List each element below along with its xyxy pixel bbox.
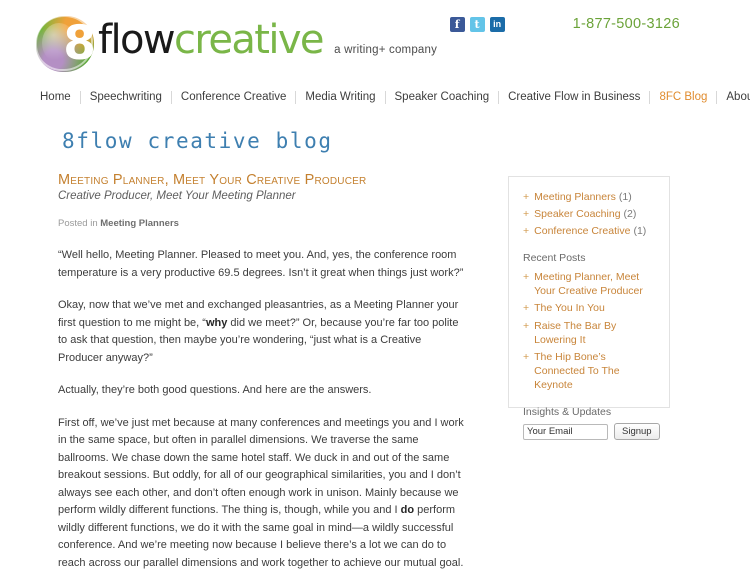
main-navigation: Home Speechwriting Conference Creative M…	[36, 90, 750, 104]
list-item[interactable]: + Conference Creative (1)	[523, 224, 655, 239]
nav-item-media-writing[interactable]: Media Writing	[296, 90, 384, 104]
category-count: (1)	[633, 225, 647, 237]
facebook-icon[interactable]: f	[449, 16, 465, 32]
page-title: 8flow creative blog	[62, 129, 333, 153]
twitter-icon[interactable]: t	[469, 16, 485, 32]
category-count: (2)	[623, 208, 637, 220]
nav-item-creative-flow-in-business[interactable]: Creative Flow in Business	[499, 90, 649, 104]
list-item[interactable]: + The Hip Bone’s Connected To The Keynot…	[523, 350, 655, 392]
recent-post-link[interactable]: The You In You	[534, 301, 605, 315]
logo-word-flow: flow	[98, 17, 176, 63]
nav-item-home[interactable]: Home	[36, 90, 80, 104]
logo-eight-glyph: 8	[63, 16, 96, 71]
logo-word-creative: creative	[173, 17, 325, 63]
plus-icon: +	[523, 320, 530, 332]
paragraph-text: “Well hello, Meeting Planner. Pleased to…	[58, 249, 464, 279]
signup-heading: Insights & Updates	[523, 406, 612, 418]
paragraph-bold: do	[400, 504, 415, 516]
recent-posts-heading: Recent Posts	[523, 252, 586, 264]
nav-item-conference-creative[interactable]: Conference Creative	[172, 90, 295, 104]
signup-form: Signup	[523, 423, 660, 440]
post-meta-prefix: Posted in	[58, 218, 98, 229]
phone-number[interactable]: 1-877-500-3126	[573, 16, 750, 32]
site-logo[interactable]: 8 flowcreative a writing+ company	[34, 14, 437, 76]
list-item[interactable]: + Meeting Planners (1)	[523, 190, 655, 205]
plus-icon: +	[523, 271, 530, 283]
category-list: + Meeting Planners (1) + Speaker Coaching…	[523, 190, 655, 239]
post-title[interactable]: Meeting Planner, Meet Your Creative Prod…	[58, 172, 466, 188]
site-header: 8 flowcreative a writing+ company f t in…	[0, 0, 750, 86]
sidebar: + Meeting Planners (1) + Speaker Coaching…	[508, 176, 670, 440]
list-item[interactable]: + Meeting Planner, Meet Your Creative Pr…	[523, 270, 655, 298]
plus-icon: +	[523, 191, 530, 203]
post-paragraph: First off, we’ve just met because at man…	[58, 415, 466, 573]
signup-button[interactable]: Signup	[614, 423, 660, 440]
paragraph-text: First off, we’ve just met because at man…	[58, 416, 464, 517]
post-meta-category[interactable]: Meeting Planners	[100, 218, 179, 229]
post-subtitle: Creative Producer, Meet Your Meeting Pla…	[58, 190, 296, 202]
plus-icon: +	[523, 351, 530, 363]
email-field[interactable]	[523, 423, 608, 440]
post-paragraph: Actually, they’re both good questions. A…	[58, 382, 466, 400]
paragraph-bold: why	[205, 316, 228, 329]
category-link[interactable]: Conference Creative	[534, 225, 630, 237]
logo-blob-icon: 8	[34, 14, 96, 76]
recent-post-link[interactable]: The Hip Bone’s Connected To The Keynote	[534, 350, 655, 392]
plus-icon: +	[523, 208, 530, 220]
post-paragraph: Okay, now that we’ve met and exchanged p…	[58, 297, 466, 367]
nav-item-speaker-coaching[interactable]: Speaker Coaching	[386, 90, 499, 104]
logo-wordmark: flowcreative a writing+ company	[98, 18, 437, 62]
nav-item-8fc-blog[interactable]: 8FC Blog	[650, 90, 716, 104]
recent-post-link[interactable]: Meeting Planner, Meet Your Creative Prod…	[534, 270, 655, 298]
paragraph-text: Actually, they’re both good questions. A…	[58, 384, 372, 396]
list-item[interactable]: + Raise The Bar By Lowering It	[523, 319, 655, 347]
post-body: “Well hello, Meeting Planner. Pleased to…	[58, 247, 466, 572]
post-article: Meeting Planner, Meet Your Creative Prod…	[58, 172, 466, 587]
nav-item-about-us[interactable]: About Us	[717, 90, 750, 104]
post-meta: Posted in Meeting Planners	[58, 218, 466, 229]
list-item[interactable]: + Speaker Coaching (2)	[523, 207, 655, 222]
header-right-group: f t in 1-877-500-3126	[449, 16, 750, 32]
plus-icon: +	[523, 225, 530, 237]
page-root: 8 flowcreative a writing+ company f t in…	[0, 0, 750, 569]
plus-icon: +	[523, 302, 530, 314]
nav-item-speechwriting[interactable]: Speechwriting	[81, 90, 171, 104]
list-item[interactable]: + The You In You	[523, 301, 655, 316]
linkedin-icon[interactable]: in	[489, 16, 505, 32]
category-link[interactable]: Speaker Coaching	[534, 208, 620, 220]
social-links: f t in	[449, 16, 505, 32]
category-count: (1)	[618, 191, 632, 203]
post-paragraph: “Well hello, Meeting Planner. Pleased to…	[58, 247, 466, 282]
category-link[interactable]: Meeting Planners	[534, 191, 616, 203]
recent-post-link[interactable]: Raise The Bar By Lowering It	[534, 319, 655, 347]
logo-tagline: a writing+ company	[334, 44, 438, 56]
recent-posts-list: + Meeting Planner, Meet Your Creative Pr…	[523, 270, 655, 392]
